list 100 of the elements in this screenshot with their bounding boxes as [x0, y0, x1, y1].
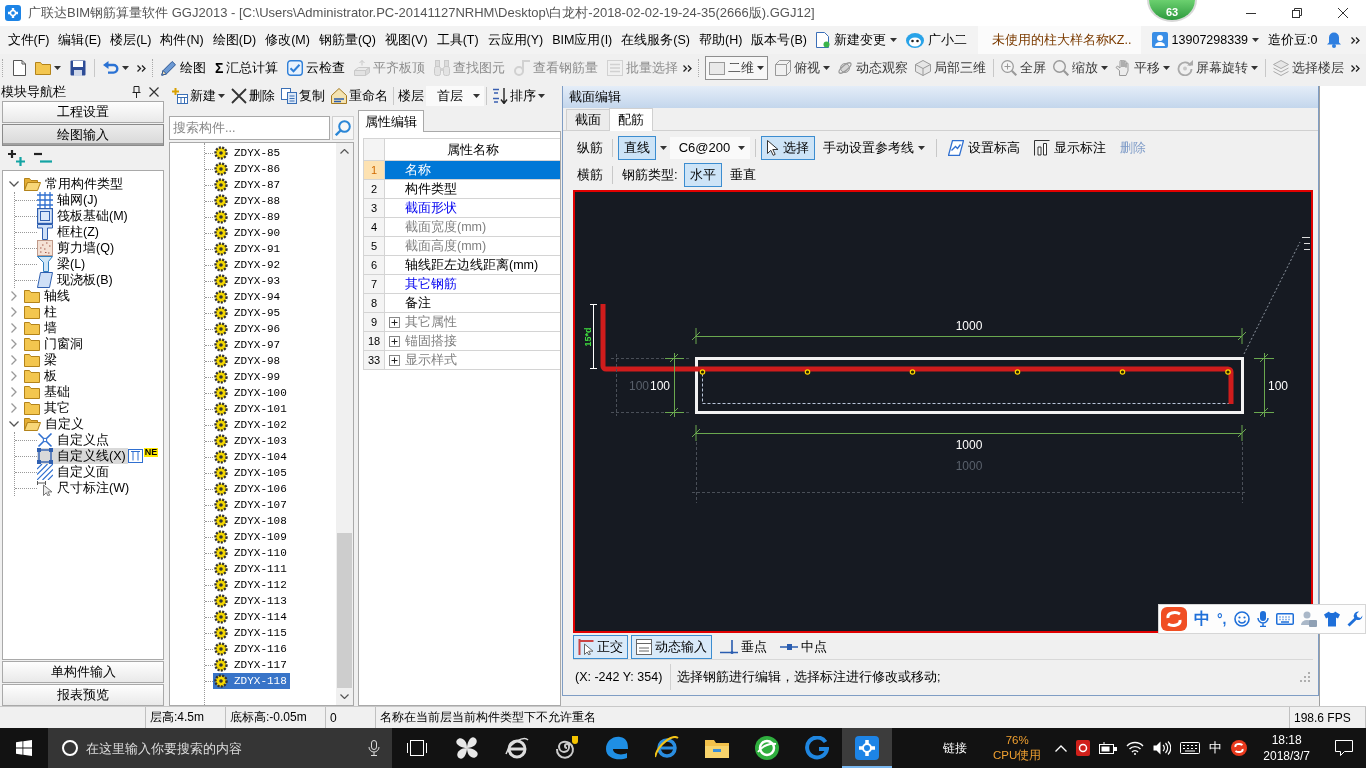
- menu-item[interactable]: 云应用(Y): [483, 29, 548, 51]
- scroll-down-icon[interactable]: [340, 694, 349, 699]
- scrollbar-thumb[interactable]: [337, 533, 352, 688]
- module-button[interactable]: 报表预览: [2, 684, 164, 706]
- set-elevation-button[interactable]: 设置标高: [942, 135, 1026, 160]
- midpoint-snap-button[interactable]: 中点: [775, 635, 832, 659]
- list-item[interactable]: ZDYX-109: [213, 529, 290, 545]
- tree-item[interactable]: 自定义点: [37, 432, 111, 448]
- module-button[interactable]: 单构件输入: [2, 661, 164, 683]
- module-button[interactable]: 工程设置: [2, 101, 164, 123]
- list-item[interactable]: ZDYX-106: [213, 481, 290, 497]
- list-item[interactable]: ZDYX-118: [213, 673, 290, 689]
- account-menu[interactable]: 13907298339: [1147, 29, 1264, 51]
- menu-item[interactable]: 工具(T): [432, 29, 484, 51]
- rebar-point-icon[interactable]: [909, 369, 916, 375]
- property-name-cell[interactable]: 构件类型: [385, 180, 560, 198]
- rebar-type-button[interactable]: 垂直: [723, 162, 762, 187]
- sort-button[interactable]: 排序: [489, 84, 548, 108]
- top-view-button[interactable]: 俯视: [772, 56, 833, 80]
- ime-mode-text[interactable]: 中: [1209, 739, 1223, 757]
- menu-item[interactable]: 绘图(D): [208, 29, 261, 51]
- delete-button[interactable]: 删除: [228, 84, 278, 108]
- rebar-type-button[interactable]: 水平: [683, 162, 722, 187]
- property-name-cell[interactable]: 截面高度(mm): [385, 237, 560, 255]
- dynamic-input-button[interactable]: 动态输入: [631, 635, 712, 659]
- assistant-button[interactable]: 广小二: [901, 29, 972, 51]
- tab[interactable]: 截面: [566, 109, 610, 130]
- punctuation-button[interactable]: °,: [1217, 611, 1227, 627]
- tree-item[interactable]: 梁: [24, 352, 59, 368]
- property-name-cell[interactable]: 截面宽度(mm): [385, 218, 560, 236]
- show-dimensions-button[interactable]: 显示标注: [1028, 135, 1112, 160]
- tree-item[interactable]: 常用构件类型: [24, 176, 125, 192]
- rebar-point-icon[interactable]: [699, 369, 706, 375]
- property-name-cell[interactable]: 锚固搭接: [385, 332, 560, 350]
- ortho-button[interactable]: 正交: [573, 635, 628, 659]
- calculate-button[interactable]: Σ 汇总计算: [211, 56, 283, 80]
- list-item[interactable]: ZDYX-102: [213, 417, 290, 433]
- tray-app-icon[interactable]: [1076, 740, 1091, 756]
- list-item[interactable]: ZDYX-108: [213, 513, 290, 529]
- property-name-cell[interactable]: 其它钢筋: [385, 275, 560, 293]
- tab[interactable]: 配筋: [609, 108, 653, 131]
- tree-item[interactable]: 基础: [24, 384, 72, 400]
- menu-item[interactable]: 视图(V): [380, 29, 433, 51]
- tree-item[interactable]: 现浇板(B): [37, 272, 115, 288]
- list-item[interactable]: ZDYX-89: [213, 209, 284, 225]
- resize-grip-icon[interactable]: [1300, 672, 1310, 682]
- list-item[interactable]: ZDYX-110: [213, 545, 290, 561]
- new-change-menu[interactable]: 新建变更: [811, 29, 902, 51]
- tree-item[interactable]: 框柱(Z): [37, 224, 101, 240]
- clock-date[interactable]: 2018/3/7: [1263, 748, 1310, 764]
- list-item[interactable]: ZDYX-99: [213, 369, 284, 385]
- properties-tab[interactable]: 属性编辑: [358, 110, 424, 132]
- input-mode-button[interactable]: 中: [1194, 608, 1210, 630]
- select-floor-button[interactable]: 选择楼层: [1270, 56, 1347, 80]
- shirt-icon[interactable]: [1323, 611, 1340, 627]
- close-icon[interactable]: [149, 87, 159, 97]
- tree-item[interactable]: 门窗洞: [24, 336, 85, 352]
- dimension-label[interactable]: 1000: [955, 319, 983, 333]
- property-name-cell[interactable]: 显示样式: [385, 351, 560, 369]
- new-component-button[interactable]: 新建: [169, 84, 228, 108]
- search-button[interactable]: [332, 116, 354, 140]
- search-field[interactable]: 搜索构件...: [169, 116, 330, 140]
- perpendicular-snap-button[interactable]: 垂点: [715, 635, 772, 659]
- overflow-icon[interactable]: [137, 64, 146, 72]
- rebar-point-icon[interactable]: [1225, 369, 1231, 375]
- view-mode-dropdown[interactable]: 二维: [705, 56, 768, 80]
- section-outline[interactable]: [695, 357, 1244, 414]
- list-item[interactable]: ZDYX-90: [213, 225, 284, 241]
- menu-item[interactable]: 钢筋量(Q): [314, 29, 381, 51]
- menu-item[interactable]: 编辑(E): [53, 29, 106, 51]
- cloud-check-button[interactable]: 云检查: [283, 56, 350, 80]
- tree-item[interactable]: 筏板基础(M): [37, 208, 130, 224]
- tree-item[interactable]: 轴网(J): [37, 192, 100, 208]
- list-item[interactable]: ZDYX-85: [213, 145, 284, 161]
- list-item[interactable]: ZDYX-88: [213, 193, 284, 209]
- list-item[interactable]: ZDYX-104: [213, 449, 290, 465]
- overflow-icon[interactable]: [1351, 36, 1360, 44]
- links-text[interactable]: 链接: [937, 739, 973, 757]
- list-item[interactable]: ZDYX-96: [213, 321, 284, 337]
- menu-item[interactable]: 修改(M): [260, 29, 315, 51]
- search-field[interactable]: 在这里输入你要搜索的内容: [48, 728, 392, 768]
- chevron-icon[interactable]: [9, 181, 19, 187]
- module-button[interactable]: 绘图输入: [2, 124, 164, 146]
- list-item[interactable]: ZDYX-115: [213, 625, 290, 641]
- microphone-icon[interactable]: [1256, 611, 1269, 627]
- property-name-cell[interactable]: 轴线距左边线距离(mm): [385, 256, 560, 274]
- menu-item[interactable]: 构件(N): [155, 29, 209, 51]
- list-item[interactable]: ZDYX-93: [213, 273, 284, 289]
- list-item[interactable]: ZDYX-92: [213, 257, 284, 273]
- rebar-point-icon[interactable]: [1014, 369, 1021, 375]
- scrollbar[interactable]: [336, 143, 353, 705]
- expand-icon[interactable]: [389, 335, 400, 347]
- list-item[interactable]: ZDYX-113: [213, 593, 290, 609]
- list-item[interactable]: ZDYX-117: [213, 657, 290, 673]
- fullscreen-button[interactable]: 全屏: [998, 56, 1049, 80]
- dimension-label[interactable]: 100: [1268, 379, 1288, 393]
- scroll-up-icon[interactable]: [340, 149, 349, 154]
- list-item[interactable]: ZDYX-95: [213, 305, 284, 321]
- taskbar-app[interactable]: [842, 728, 892, 768]
- draw-button[interactable]: 绘图: [157, 56, 210, 80]
